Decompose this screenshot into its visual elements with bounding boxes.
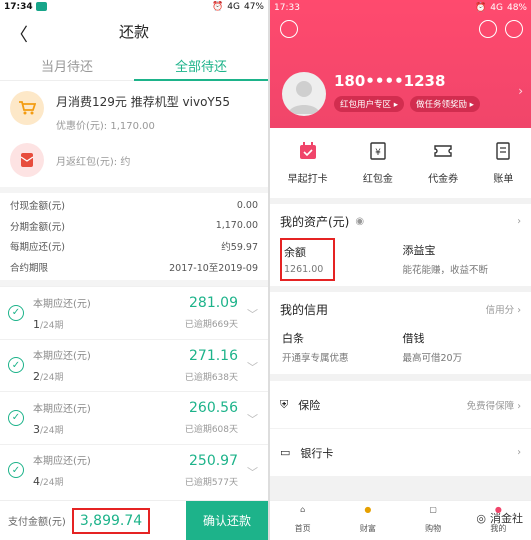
installment-row[interactable]: ✓ 本期应还(元) 3/24期 260.56 已逾期608天 ﹀ <box>0 391 268 444</box>
alarm-icon: ⏰ <box>212 1 224 12</box>
tab-this-month[interactable]: 当月待还 <box>0 49 134 80</box>
coin-icon: ● <box>364 505 372 514</box>
quick-actions: 早起打卡 ¥ 红包金 代金券 账单 <box>270 128 531 198</box>
bag-icon: ▢ <box>429 505 437 514</box>
info-row: 合约期限 2017-10至2019-09 <box>10 262 258 274</box>
status-bar: 17:34 ⏰ 4G 47% <box>0 0 268 13</box>
redpacket-zone-link[interactable]: 红包用户专区 ▸ <box>334 96 404 112</box>
check-icon[interactable]: ✓ <box>8 304 24 321</box>
credit-card: 我的信用 信用分 › 白条 开通享专属优惠 借钱 最高可借20万 <box>270 292 531 374</box>
info-row: 每期应还(元) 约59.97 <box>10 242 258 254</box>
check-icon[interactable]: ✓ <box>8 409 24 426</box>
shield-icon: ⛨ <box>280 397 289 411</box>
info-row: 付现金额(元) 0.00 <box>10 199 258 213</box>
tianyibao-item[interactable]: 添益宝 能花能赚，收益不断 <box>401 238 522 286</box>
chevron-right-icon[interactable]: › <box>517 216 521 227</box>
installment-amount: 271.16 <box>189 347 238 364</box>
redpacket-text: 月返红包(元): 约 <box>56 156 131 168</box>
assets-card: 我的资产(元) ◉ › 余额 1261.00 添益宝 能花能赚，收益不断 <box>270 204 531 286</box>
borrow-item[interactable]: 借钱 最高可借20万 <box>401 326 522 374</box>
battery-label: 48% <box>506 3 527 13</box>
bill-icon <box>496 142 511 160</box>
pay-amount-value: 3,899.74 <box>71 507 151 534</box>
chevron-down-icon[interactable]: ﹀ <box>247 411 258 427</box>
quick-bill[interactable]: 账单 <box>493 141 513 185</box>
yen-icon: ¥ <box>370 142 386 160</box>
insurance-row[interactable]: ⛨ 保险 免费得保障 › <box>270 380 531 428</box>
battery-label: 47% <box>243 1 264 12</box>
balance-item[interactable]: 余额 1261.00 <box>280 238 401 286</box>
installment-row[interactable]: ✓ 本期应还(元) 2/24期 271.16 已逾期638天 ﹀ <box>0 338 268 392</box>
check-icon[interactable]: ✓ <box>8 357 24 374</box>
product-card: 月消费129元 推荐机型 vivoY55 优惠价(元): 1,170.00 <box>0 81 268 133</box>
nav-home[interactable]: ⌂ 首页 <box>270 501 335 540</box>
installment-amount: 260.56 <box>189 400 238 417</box>
gear-icon[interactable] <box>505 20 523 38</box>
back-arrow-icon[interactable]: 〈 <box>10 21 28 47</box>
wechat-icon: ◎ <box>476 511 486 525</box>
tab-all[interactable]: 全部待还 <box>134 49 268 81</box>
home-icon: ⌂ <box>300 505 306 514</box>
profile-screen: 17:33 ⏰ 4G 48% 180••••1238 红包用户专区 ▸ 做任务领… <box>270 0 531 540</box>
shopping-cart-icon <box>10 91 44 125</box>
ticket-icon <box>434 145 452 157</box>
calendar-icon <box>299 142 316 159</box>
phone-number: 180••••1238 <box>334 72 446 90</box>
chevron-down-icon[interactable]: ﹀ <box>247 359 258 375</box>
repayment-screen: 17:34 ⏰ 4G 47% 〈 还款 当月待还 全部待还 月消费129元 推荐… <box>0 0 268 540</box>
status-time: 17:34 <box>4 1 33 12</box>
chevron-right-icon[interactable]: › <box>518 84 523 98</box>
installment-amount: 250.97 <box>189 452 238 469</box>
eye-icon[interactable]: ◉ <box>355 216 364 227</box>
credit-title: 我的信用 <box>280 302 329 317</box>
contract-info: 付现金额(元) 0.00 分期金额(元) 1,170.00 每期应还(元) 约59.9… <box>0 193 268 280</box>
nav-wealth[interactable]: ● 财富 <box>335 501 400 540</box>
app-badge-icon <box>35 2 47 11</box>
quick-voucher[interactable]: 代金券 <box>428 141 458 185</box>
signal-label: 4G <box>490 3 503 13</box>
check-icon[interactable]: ✓ <box>8 462 24 479</box>
bankcard-row[interactable]: ▭ 银行卡 › <box>270 428 531 476</box>
tab-bar: 当月待还 全部待还 <box>0 49 268 81</box>
task-reward-link[interactable]: 做任务领奖励 ▸ <box>409 96 480 112</box>
page-title: 还款 <box>118 22 149 41</box>
installment-row[interactable]: ✓ 本期应还(元) 1/24期 281.09 已逾期669天 ﹀ <box>0 286 268 339</box>
profile-header: 17:33 ⏰ 4G 48% 180••••1238 红包用户专区 ▸ 做任务领… <box>270 0 531 128</box>
chevron-right-icon[interactable]: › <box>517 447 521 458</box>
card-icon: ▭ <box>280 446 291 459</box>
avatar[interactable] <box>282 72 326 116</box>
product-title: 月消费129元 推荐机型 vivoY55 <box>56 95 231 109</box>
signal-label: 4G <box>227 1 240 12</box>
installment-amount: 281.09 <box>189 295 238 312</box>
payment-bar: 支付金额(元) 3,899.74 确认还款 <box>0 500 268 540</box>
credit-score-link[interactable]: 信用分 › <box>486 302 521 316</box>
chevron-down-icon[interactable]: ﹀ <box>247 464 258 480</box>
headset-icon[interactable] <box>479 20 497 38</box>
assets-title: 我的资产(元) <box>280 214 350 229</box>
info-row: 分期金额(元) 1,170.00 <box>10 220 258 233</box>
watermark: ◎ 消金社 <box>476 511 523 526</box>
red-envelope-icon <box>10 143 44 177</box>
baitiao-item[interactable]: 白条 开通享专属优惠 <box>280 326 401 374</box>
svg-text:¥: ¥ <box>375 148 381 158</box>
balance-value: 1261.00 <box>284 264 324 275</box>
confirm-repay-button[interactable]: 确认还款 <box>186 500 268 540</box>
product-price: 优惠价(元): 1,170.00 <box>56 121 155 132</box>
redpacket-row: 月返红包(元): 约 <box>0 133 268 187</box>
installment-row[interactable]: ✓ 本期应还(元) 4/24期 250.97 已逾期577天 ﹀ <box>0 443 268 497</box>
quick-redpacket-gold[interactable]: ¥ 红包金 <box>363 141 393 185</box>
alarm-icon: ⏰ <box>475 3 487 13</box>
nav-shop[interactable]: ▢ 购物 <box>401 501 466 540</box>
status-bar: 17:33 ⏰ 4G 48% <box>270 0 531 16</box>
quick-checkin[interactable]: 早起打卡 <box>288 141 328 185</box>
header: 〈 还款 <box>0 13 268 49</box>
status-time: 17:33 <box>274 3 300 13</box>
chevron-down-icon[interactable]: ﹀ <box>247 306 258 322</box>
message-icon[interactable] <box>280 20 298 38</box>
pay-amount-label: 支付金额(元) <box>8 517 66 528</box>
